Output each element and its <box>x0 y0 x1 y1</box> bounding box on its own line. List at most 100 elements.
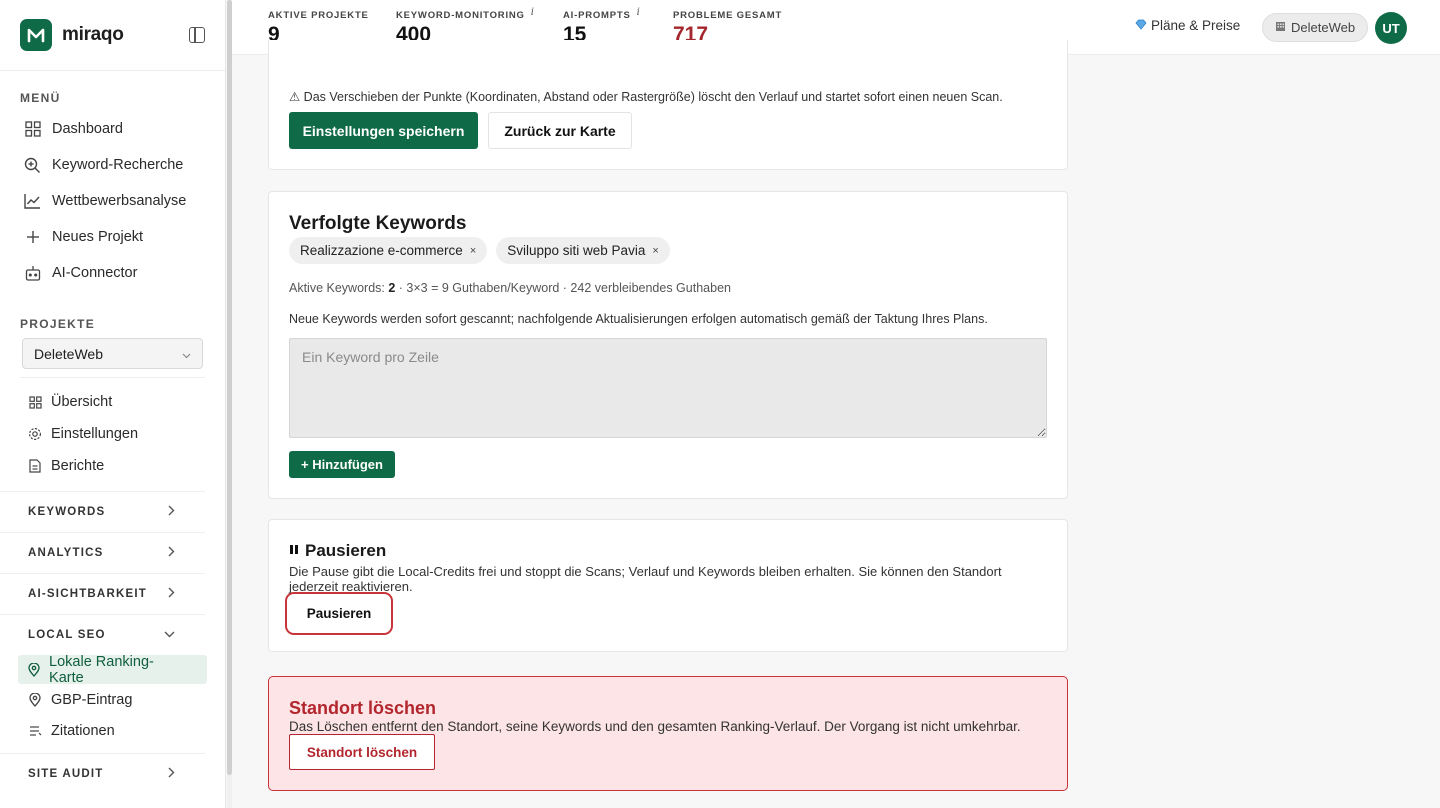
tracked-keywords-card: Verfolgte Keywords Realizzazione e-comme… <box>268 191 1068 499</box>
plans-label: Pläne & Preise <box>1151 18 1241 33</box>
project-item-settings[interactable]: Einstellungen <box>0 418 225 450</box>
chevron-right-icon <box>168 505 175 519</box>
settings-card: ⚠ Das Verschieben der Punkte (Koordinate… <box>268 40 1068 170</box>
remove-keyword-icon[interactable]: × <box>652 245 658 257</box>
section-title: Pausieren <box>305 541 387 560</box>
sidebar: miraqo MENÜ Dashboard Keyword-Recherche … <box>0 0 226 808</box>
stat-label: AKTIVE PROJEKTE <box>268 10 369 21</box>
nav-new-project[interactable]: Neues Projekt <box>0 219 225 255</box>
nav-dashboard[interactable]: Dashboard <box>0 111 225 147</box>
logo-row: miraqo <box>0 0 225 71</box>
group-label: SITE AUDIT <box>28 768 104 780</box>
project-item-label: Einstellungen <box>51 426 139 442</box>
project-select-value: DeleteWeb <box>34 345 104 362</box>
sidebar-scrollbar[interactable] <box>227 0 232 808</box>
nav-keyword-research[interactable]: Keyword-Recherche <box>0 147 225 183</box>
pause-card: Pausieren Die Pause gibt die Local-Credi… <box>268 519 1068 652</box>
delete-description: Das Löschen entfernt den Standort, seine… <box>289 719 1021 734</box>
diamond-icon <box>1135 18 1147 33</box>
chevron-down-icon <box>164 629 175 641</box>
chevron-right-icon <box>168 767 175 781</box>
group-label: KEYWORDS <box>28 506 106 518</box>
local-seo-item-label: GBP-Eintrag <box>51 691 133 708</box>
delete-location-button[interactable]: Standort löschen <box>289 734 435 770</box>
nav-competitor-analysis[interactable]: Wettbewerbsanalyse <box>0 183 225 219</box>
delete-location-card: Standort löschen Das Löschen entfernt de… <box>268 676 1068 791</box>
list-icon <box>28 724 42 738</box>
local-seo-item-label: Lokale Ranking-Karte <box>49 653 154 686</box>
grid-small-icon <box>28 395 42 409</box>
info-icon[interactable]: i <box>637 7 641 18</box>
section-title: Standort löschen <box>289 698 437 718</box>
group-label: AI-SICHTBARKEIT <box>28 588 147 600</box>
keyword-chip: Sviluppo siti web Pavia × <box>496 237 670 264</box>
add-keyword-button[interactable]: + Hinzufügen <box>289 451 395 478</box>
keyword-chip-label: Realizzazione e-commerce <box>300 243 463 258</box>
keyword-chip-label: Sviluppo siti web Pavia <box>507 243 646 258</box>
grid-change-warning: ⚠ Das Verschieben der Punkte (Koordinate… <box>289 90 1003 104</box>
nav-label: Wettbewerbsanalyse <box>52 193 187 209</box>
plus-icon <box>24 229 41 246</box>
workspace-switcher[interactable]: DeleteWeb <box>1262 13 1369 42</box>
group-ai-visibility[interactable]: AI-SICHTBARKEIT <box>0 573 205 614</box>
nav-label: Dashboard <box>52 121 123 137</box>
sidebar-toggle-icon[interactable] <box>189 27 205 43</box>
stat-label: AI-PROMPTS <box>563 10 631 21</box>
group-label: LOCAL SEO <box>28 629 106 641</box>
brand-name: miraqo <box>62 24 124 45</box>
chevron-right-icon <box>168 546 175 560</box>
keyword-input[interactable] <box>289 338 1047 438</box>
nav-label: AI-Connector <box>52 265 138 281</box>
local-seo-item-gbp[interactable]: GBP-Eintrag <box>0 684 225 715</box>
nav-label: Neues Projekt <box>52 229 144 245</box>
pause-button-label: Pausieren <box>306 606 372 621</box>
group-site-audit[interactable]: SITE AUDIT <box>0 753 205 794</box>
document-icon <box>28 459 42 473</box>
section-title: Verfolgte Keywords <box>289 213 467 234</box>
project-item-label: Übersicht <box>51 394 113 410</box>
active-keywords-info: Aktive Keywords: 2 · 3×3 = 9 Guthaben/Ke… <box>289 281 731 295</box>
keyword-chip-list: Realizzazione e-commerce × Sviluppo siti… <box>289 237 679 264</box>
nav-ai-connector[interactable]: AI-Connector <box>0 255 225 291</box>
menu-section-label: MENÜ <box>20 91 61 105</box>
robot-icon <box>24 265 41 282</box>
search-icon <box>24 157 41 174</box>
group-local-seo[interactable]: LOCAL SEO <box>0 614 205 655</box>
stat-label: PROBLEME GESAMT <box>673 10 783 21</box>
chart-line-icon <box>24 193 41 210</box>
save-settings-button[interactable]: Einstellungen speichern <box>289 112 478 149</box>
scan-note: Neue Keywords werden sofort gescannt; na… <box>289 312 988 326</box>
map-pin-icon <box>28 692 42 707</box>
pause-icon <box>289 542 299 560</box>
local-seo-item-label: Zitationen <box>51 722 115 739</box>
keyword-chip: Realizzazione e-commerce × <box>289 237 488 264</box>
local-seo-item-citations[interactable]: Zitationen <box>0 715 225 746</box>
logo-icon[interactable] <box>20 19 52 51</box>
map-pin-icon <box>27 662 40 677</box>
plans-link[interactable]: Pläne & Preise <box>1135 18 1240 33</box>
building-icon <box>1275 20 1286 35</box>
chevron-down-icon <box>182 346 191 362</box>
avatar[interactable]: UT <box>1375 12 1407 44</box>
grid-icon <box>24 121 41 138</box>
pause-button[interactable]: Pausieren <box>285 592 393 635</box>
sidebar-scrollbar-thumb[interactable] <box>227 0 232 775</box>
remove-keyword-icon[interactable]: × <box>470 245 476 257</box>
chevron-right-icon <box>168 587 175 601</box>
group-keywords[interactable]: KEYWORDS <box>0 491 205 532</box>
project-select[interactable]: DeleteWeb <box>22 338 203 369</box>
active-keywords-count: 2 <box>388 281 396 295</box>
group-analytics[interactable]: ANALYTICS <box>0 532 205 573</box>
gear-icon <box>28 427 42 441</box>
back-to-map-button[interactable]: Zurück zur Karte <box>488 112 632 149</box>
nav-label: Keyword-Recherche <box>52 157 184 173</box>
pause-description: Die Pause gibt die Local-Credits frei un… <box>289 564 1002 594</box>
stat-label: KEYWORD-MONITORING <box>396 10 525 21</box>
project-item-overview[interactable]: Übersicht <box>0 386 225 418</box>
local-seo-item-ranking-map[interactable]: Lokale Ranking-Karte <box>18 653 207 686</box>
project-item-reports[interactable]: Berichte <box>0 450 225 482</box>
pause-title-row: Pausieren <box>289 541 386 561</box>
project-item-label: Berichte <box>51 458 105 474</box>
info-icon[interactable]: i <box>531 7 535 18</box>
group-label: ANALYTICS <box>28 547 104 559</box>
